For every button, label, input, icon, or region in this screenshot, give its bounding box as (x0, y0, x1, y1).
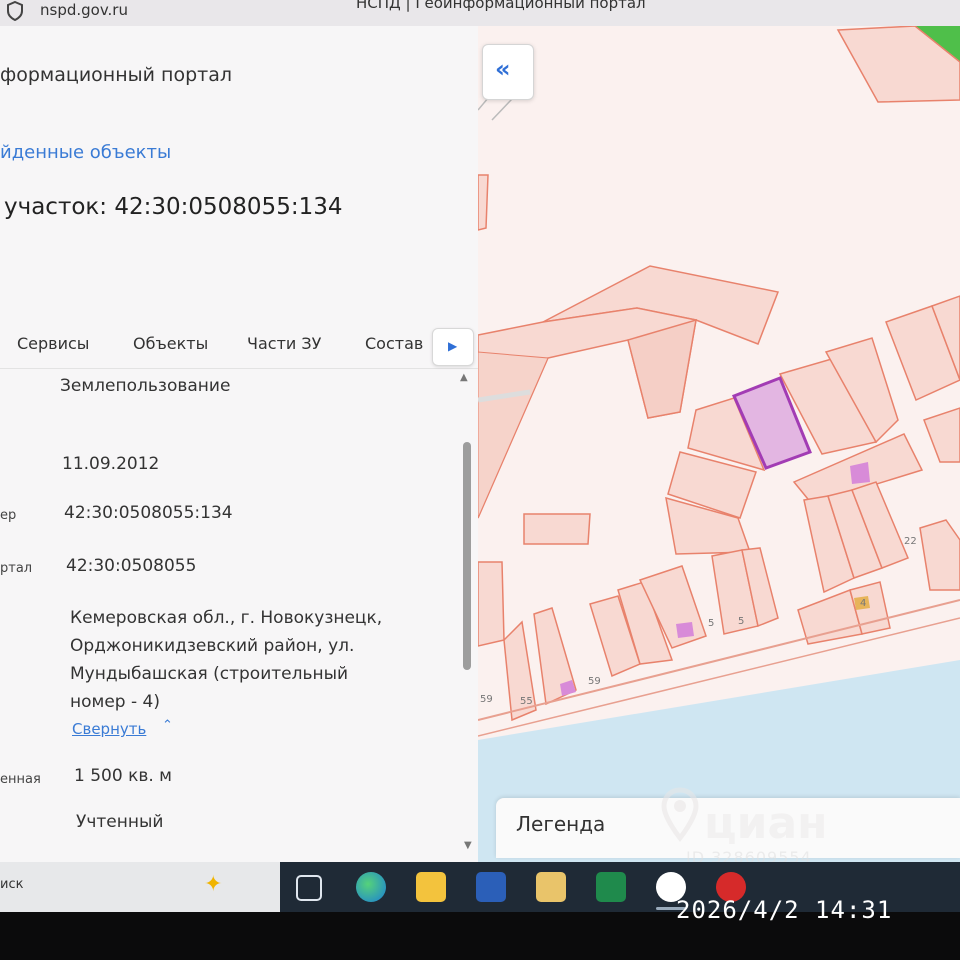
address-line: Мундыбашская (строительный (70, 664, 349, 684)
found-objects-link[interactable]: йденные объекты (0, 142, 171, 163)
chevron-up-icon[interactable]: ⌃ (162, 718, 173, 733)
cadastral-quarter-value: 42:30:0508055 (66, 556, 197, 576)
collapse-link[interactable]: Свернуть (72, 720, 146, 738)
parcel-number-label: 4 (860, 598, 866, 609)
browser-top-bar: nspd.gov.ru НСПД | Геоинформационный пор… (0, 0, 960, 26)
parcel-number-label: 5 (738, 616, 744, 627)
photo-timestamp: 2026/4/2 14:31 (676, 896, 893, 924)
tab-parts[interactable]: Части ЗУ (247, 334, 321, 353)
panel-scrollbar[interactable] (463, 442, 471, 670)
tab-composition[interactable]: Состав (365, 334, 423, 353)
parcel-number-label: 59 (588, 676, 601, 687)
parcel-number-label: 5 (708, 618, 714, 629)
taskbar-search-box[interactable]: иск ✦ (0, 862, 280, 912)
file-explorer-icon[interactable] (416, 872, 446, 902)
scroll-down-arrow-icon[interactable]: ▼ (464, 840, 472, 851)
legend-label: Легенда (516, 812, 606, 836)
task-view-icon[interactable] (296, 875, 322, 901)
cadastral-quarter-label: ртал (0, 561, 33, 576)
word-icon[interactable] (476, 872, 506, 902)
address-line: номер - 4) (70, 692, 160, 712)
parcel-number-label: 59 (480, 694, 493, 705)
tab-services[interactable]: Сервисы (17, 334, 89, 353)
address-line: Кемеровская обл., г. Новокузнецк, (70, 608, 383, 628)
chevron-right-icon: ▶ (448, 339, 458, 353)
map-parcel[interactable] (478, 351, 549, 519)
excel-icon[interactable] (596, 872, 626, 902)
cadastral-number-label: ер (0, 508, 17, 523)
map-parcel[interactable] (923, 407, 960, 463)
cadastral-number-value: 42:30:0508055:134 (64, 503, 233, 523)
parcel-number-label: 22 (904, 536, 917, 547)
mail-icon[interactable] (536, 872, 566, 902)
edge-browser-icon[interactable] (356, 872, 386, 902)
sparkle-icon: ✦ (204, 872, 223, 897)
map-parcel[interactable] (919, 519, 960, 591)
address-line: Орджоникидзевский район, ул. (70, 636, 355, 656)
parcel-number-label: 55 (520, 696, 533, 707)
area-value: 1 500 кв. м (74, 766, 172, 786)
map-parcel[interactable] (523, 513, 591, 545)
address-value: Кемеровская обл., г. Новокузнецк, Орджон… (70, 604, 420, 716)
watermark-word: циан (704, 798, 828, 849)
map-parcel[interactable] (478, 561, 505, 647)
tabs-next-button[interactable]: ▶ (432, 328, 474, 366)
location-pin-icon (661, 787, 699, 843)
double-chevron-left-icon: « (495, 55, 511, 83)
map-parcel[interactable] (478, 174, 489, 231)
shield-icon[interactable] (6, 1, 24, 21)
address-bar-url[interactable]: nspd.gov.ru (40, 1, 128, 19)
cadastral-map: 22 4 5 5 59 55 59 (478, 26, 960, 862)
building-marker[interactable] (676, 622, 694, 638)
info-panel: формационный портал йденные объекты учас… (0, 26, 479, 862)
land-use-value: Землепользование (60, 376, 231, 396)
browser-tab-title: НСПД | Геоинформационный портал (356, 0, 646, 12)
panel-tabs: Сервисы Объекты Части ЗУ Состав ▶ (0, 326, 478, 369)
scroll-up-arrow-icon[interactable]: ▲ (460, 372, 468, 383)
map-view[interactable]: 22 4 5 5 59 55 59 (478, 26, 960, 862)
portal-title: формационный портал (0, 64, 233, 86)
parcel-title: участок: 42:30:0508055:134 (4, 194, 343, 220)
area-label: енная (0, 772, 41, 787)
status-value: Учтенный (76, 812, 164, 832)
collapse-panel-button[interactable]: « (482, 44, 534, 100)
screen: nspd.gov.ru НСПД | Геоинформационный пор… (0, 0, 960, 960)
registration-date-value: 11.09.2012 (62, 454, 160, 474)
tab-objects[interactable]: Объекты (133, 334, 208, 353)
search-text: иск (0, 877, 24, 892)
